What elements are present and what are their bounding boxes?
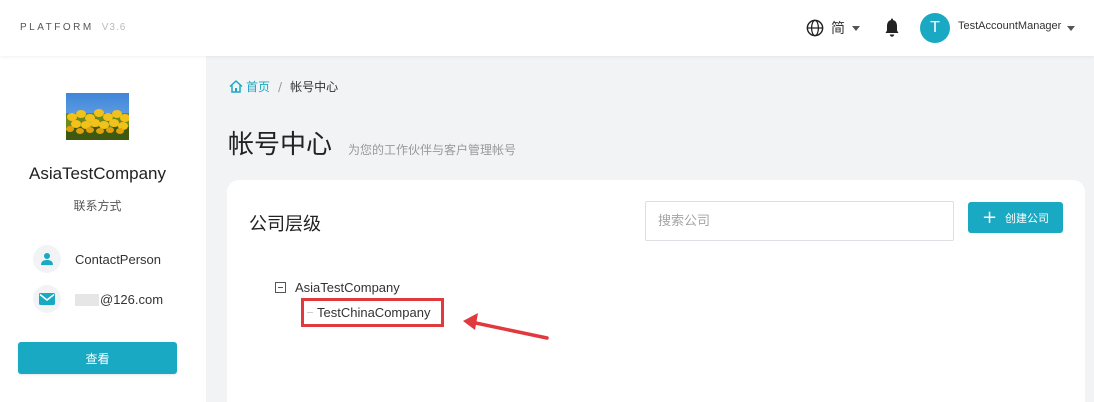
mail-icon [33, 285, 61, 313]
view-button[interactable]: 查看 [18, 342, 177, 374]
username-label[interactable]: TestAccountManager [958, 20, 1061, 32]
create-company-label: 创建公司 [1005, 211, 1050, 225]
collapse-toggle-icon[interactable] [275, 282, 286, 293]
contact-person-row: ContactPerson [33, 245, 161, 273]
contact-email-row: @126.com [33, 285, 163, 313]
contact-email: @126.com [75, 292, 163, 307]
plus-icon: + [981, 206, 998, 228]
breadcrumb-home-link[interactable]: 首页 [246, 78, 270, 95]
tree-node-child-label[interactable]: TestChinaCompany [317, 305, 430, 320]
breadcrumb: 首页 / 帐号中心 [229, 78, 338, 95]
tree-node-root-label[interactable]: AsiaTestCompany [295, 280, 400, 295]
company-logo-image [66, 93, 129, 140]
user-menu-chevron-icon[interactable] [1067, 26, 1075, 31]
contact-section-title: 联系方式 [73, 199, 122, 213]
version-label: V3.6 [101, 22, 127, 33]
tree-node-root[interactable]: AsiaTestCompany [275, 280, 400, 295]
company-search-input[interactable] [645, 201, 954, 241]
annotation-arrow-icon [463, 313, 549, 340]
contact-email-domain: @126.com [100, 291, 164, 307]
bell-icon[interactable] [883, 18, 901, 38]
avatar[interactable]: T [920, 13, 950, 43]
page-title: 帐号中心 [228, 130, 333, 160]
brand-logo[interactable]: PLATFORM V3.6 [20, 22, 126, 33]
create-company-button[interactable]: + 创建公司 [968, 202, 1063, 233]
company-name: AsiaTestCompany [28, 164, 166, 183]
top-bar: PLATFORM V3.6 简 T TestAccountManager [0, 0, 1094, 56]
company-sidebar: AsiaTestCompany 联系方式 ContactPerson @126.… [0, 56, 206, 402]
globe-icon [806, 19, 824, 37]
page-subtitle: 为您的工作伙伴与客户管理帐号 [348, 143, 517, 157]
chevron-down-icon [852, 25, 860, 31]
tree-node-child[interactable]: TestChinaCompany [301, 298, 444, 327]
breadcrumb-current: 帐号中心 [290, 80, 339, 94]
home-icon[interactable] [229, 80, 243, 93]
company-hierarchy-card: 公司层级 + 创建公司 AsiaTestCompany [227, 180, 1085, 402]
brand-name: PLATFORM [20, 22, 94, 33]
card-title: 公司层级 [249, 214, 321, 235]
breadcrumb-separator: / [278, 79, 283, 94]
contact-person-name: ContactPerson [75, 251, 161, 267]
redacted-email-prefix [75, 294, 99, 307]
person-icon [33, 245, 61, 273]
language-selector[interactable]: 简 [806, 17, 860, 39]
language-label: 简 [831, 21, 845, 37]
